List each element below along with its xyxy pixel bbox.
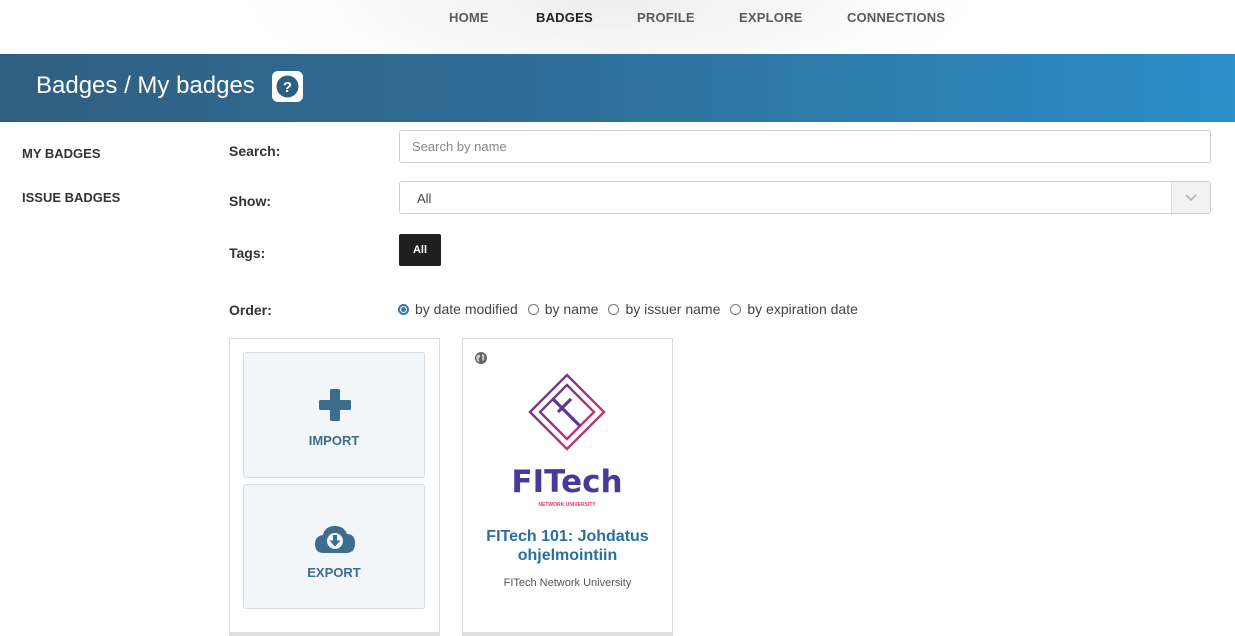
nav-badges[interactable]: BADGES: [536, 10, 593, 25]
order-options: by date modified by name by issuer name …: [398, 301, 868, 317]
show-select[interactable]: All: [399, 181, 1211, 214]
tag-all-button[interactable]: All: [399, 234, 441, 266]
help-icon[interactable]: ?: [272, 71, 303, 102]
search-field: [399, 130, 1211, 163]
badge-logo-text: FITech: [511, 464, 622, 500]
radio-icon[interactable]: [730, 303, 742, 315]
badge-issuer: FITech Network University: [503, 577, 632, 589]
order-label: Order:: [229, 302, 272, 318]
globe-icon: [475, 352, 487, 364]
badge-title[interactable]: FITech 101: Johdatus ohjelmointiin: [462, 527, 673, 565]
order-option-expiration-date[interactable]: by expiration date: [730, 301, 858, 317]
badge-title-line2: ohjelmointiin: [517, 547, 618, 564]
fitech-logo-image: FITech NETWORK UNIVERSITY: [511, 373, 623, 508]
sidebar-item-my-badges[interactable]: MY BADGES: [22, 146, 101, 161]
badge-logo-subtext: NETWORK UNIVERSITY: [538, 502, 596, 508]
svg-text:?: ?: [283, 79, 292, 96]
radio-checked-icon[interactable]: [398, 303, 409, 315]
import-button[interactable]: IMPORT: [243, 352, 425, 478]
radio-icon[interactable]: [527, 303, 539, 315]
show-select-value: All: [417, 191, 432, 206]
order-option-issuer-name[interactable]: by issuer name: [608, 301, 720, 317]
import-label: IMPORT: [308, 433, 360, 448]
search-label: Search:: [229, 143, 281, 159]
chevron-down-icon: [1185, 194, 1197, 202]
page-header: Badges / My badges ?: [0, 54, 1235, 122]
sidebar-item-issue-badges[interactable]: ISSUE BADGES: [22, 190, 120, 205]
order-option-label: by date modified: [415, 301, 518, 317]
order-option-name[interactable]: by name: [527, 301, 599, 317]
export-button[interactable]: EXPORT: [243, 484, 425, 609]
badge-title-line1: FITech 101: Johdatus: [486, 528, 649, 545]
order-option-label: by name: [544, 301, 599, 317]
search-input[interactable]: [400, 131, 1210, 162]
plus-icon: [319, 389, 351, 421]
tags-label: Tags:: [229, 245, 266, 261]
order-option-label: by issuer name: [625, 301, 721, 317]
order-option-label: by expiration date: [747, 301, 858, 317]
select-arrow[interactable]: [1171, 182, 1210, 213]
top-navigation: HOME BADGES PROFILE EXPLORE CONNECTIONS: [0, 0, 1235, 110]
page-title: Badges / My badges: [36, 72, 255, 99]
show-label: Show:: [229, 193, 271, 209]
export-label: EXPORT: [307, 565, 361, 580]
nav-home[interactable]: HOME: [449, 10, 489, 25]
nav-profile[interactable]: PROFILE: [637, 10, 695, 25]
nav-connections[interactable]: CONNECTIONS: [847, 10, 945, 25]
nav-explore[interactable]: EXPLORE: [739, 10, 803, 25]
order-option-date-modified[interactable]: by date modified: [398, 301, 518, 317]
radio-icon[interactable]: [608, 303, 620, 315]
cloud-download-icon: [315, 526, 355, 553]
